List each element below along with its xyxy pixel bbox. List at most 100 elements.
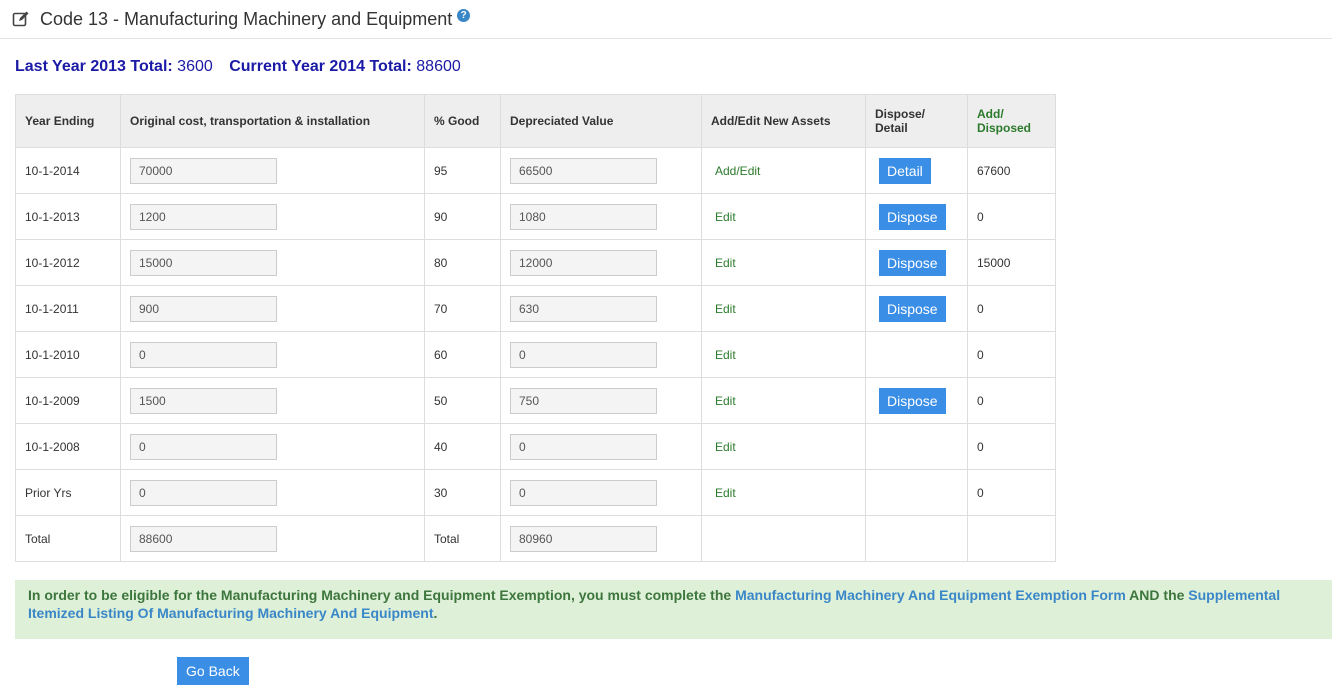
col-add-disposed: Add/ Disposed [967, 94, 1056, 148]
depreciated-value-input[interactable] [510, 433, 657, 460]
percent-good-cell: 50 [424, 377, 501, 424]
add-edit-link[interactable]: Edit [715, 256, 736, 270]
year-cell: Prior Yrs [15, 469, 121, 516]
added-disposed-cell: 0 [967, 469, 1056, 516]
depreciated-cell [500, 239, 702, 286]
assets-table: Year Ending Original cost, transportatio… [15, 94, 1056, 562]
year-cell: 10-1-2013 [15, 193, 121, 240]
edit-cell: Add/Edit [701, 147, 866, 194]
total-label-2: Total [424, 515, 501, 562]
col-depreciated-value: Depreciated Value [500, 94, 702, 148]
add-edit-link[interactable]: Edit [715, 440, 736, 454]
cost-input[interactable] [130, 387, 277, 414]
added-disposed-cell: 0 [967, 423, 1056, 470]
dispose-button[interactable]: Dispose [879, 203, 946, 230]
table-row: 10-1-2012 80 Edit Dispose 15000 [15, 239, 1056, 286]
depreciated-value-input[interactable] [510, 203, 657, 230]
col-year-ending: Year Ending [15, 94, 121, 148]
cost-input[interactable] [130, 249, 277, 276]
table-row: 10-1-2009 50 Edit Dispose 0 [15, 377, 1056, 424]
depreciated-cell [500, 285, 702, 332]
edit-cell-inner: Edit [711, 302, 736, 316]
action-cell: Dispose [865, 239, 968, 286]
percent-good-cell: 70 [424, 285, 501, 332]
edit-cell: Edit [701, 239, 866, 286]
action-cell [865, 423, 968, 470]
edit-square-icon [12, 11, 29, 27]
edit-cell: Edit [701, 285, 866, 332]
add-edit-link[interactable]: Edit [715, 348, 736, 362]
edit-cell: Edit [701, 193, 866, 240]
cost-input[interactable] [130, 341, 277, 368]
dispose-button[interactable]: Dispose [879, 249, 946, 276]
depreciated-value-input[interactable] [510, 295, 657, 322]
depreciated-cell [500, 193, 702, 240]
depreciated-cell [500, 377, 702, 424]
edit-cell: Edit [701, 377, 866, 424]
table-row: Prior Yrs 30 Edit 0 [15, 469, 1056, 516]
col-dispose-detail: Dispose/ Detail [865, 94, 968, 148]
dispose-button[interactable]: Dispose [879, 295, 946, 322]
cost-cell [120, 423, 425, 470]
year-totals: Last Year 2013 Total: 3600 Current Year … [15, 58, 473, 76]
percent-good-cell: 40 [424, 423, 501, 470]
depreciated-value-input[interactable] [510, 249, 657, 276]
col-percent-good: % Good [424, 94, 501, 148]
added-disposed-cell: 15000 [967, 239, 1056, 286]
detail-button[interactable]: Detail [879, 157, 931, 184]
year-cell: 10-1-2012 [15, 239, 121, 286]
added-disposed-cell: 0 [967, 285, 1056, 332]
add-edit-link[interactable]: Edit [715, 210, 736, 224]
depreciated-value-input[interactable] [510, 157, 657, 184]
edit-cell: Edit [701, 331, 866, 378]
depreciated-value-input[interactable] [510, 341, 657, 368]
edit-cell-inner: Edit [711, 256, 736, 270]
total-cost-cell [120, 515, 425, 562]
added-disposed-cell: 0 [967, 331, 1056, 378]
add-edit-link[interactable]: Edit [715, 486, 736, 500]
depreciated-cell [500, 469, 702, 516]
table-row: 10-1-2013 90 Edit Dispose 0 [15, 193, 1056, 240]
table-body: 10-1-2014 95 Add/Edit Detail 67600 10-1-2013 9… [15, 147, 1056, 562]
total-depreciated-input[interactable] [510, 525, 657, 552]
cost-input[interactable] [130, 157, 277, 184]
year-cell: 10-1-2010 [15, 331, 121, 378]
percent-good-cell: 90 [424, 193, 501, 240]
percent-good-cell: 80 [424, 239, 501, 286]
action-cell: Dispose [865, 285, 968, 332]
notice-text-middle: AND the [1125, 587, 1189, 603]
question-circle-icon[interactable]: ? [457, 8, 471, 22]
added-disposed-cell: 0 [967, 377, 1056, 424]
year-cell: 10-1-2008 [15, 423, 121, 470]
empty-cell [701, 515, 866, 562]
table-row: 10-1-2010 60 Edit 0 [15, 331, 1056, 378]
cost-input[interactable] [130, 433, 277, 460]
dispose-button[interactable]: Dispose [879, 387, 946, 414]
table-header-row: Year Ending Original cost, transportatio… [15, 94, 1056, 148]
edit-cell-inner: Edit [711, 486, 736, 500]
cost-input[interactable] [130, 295, 277, 322]
edit-cell: Edit [701, 423, 866, 470]
current-year-total-value: 88600 [416, 58, 461, 75]
edit-cell-inner: Edit [711, 394, 736, 408]
cost-input[interactable] [130, 479, 277, 506]
depreciated-value-input[interactable] [510, 387, 657, 414]
action-cell: Dispose [865, 193, 968, 240]
total-cost-input[interactable] [130, 525, 277, 552]
percent-good-cell: 95 [424, 147, 501, 194]
add-edit-link[interactable]: Add/Edit [715, 164, 760, 178]
depreciated-cell [500, 147, 702, 194]
depreciated-value-input[interactable] [510, 479, 657, 506]
cost-input[interactable] [130, 203, 277, 230]
edit-cell-inner: Add/Edit [711, 164, 760, 178]
go-back-button[interactable]: Go Back [177, 657, 249, 685]
action-cell [865, 331, 968, 378]
col-add-edit: Add/Edit New Assets [701, 94, 866, 148]
cost-cell [120, 285, 425, 332]
added-disposed-cell: 0 [967, 193, 1056, 240]
exemption-form-link[interactable]: Manufacturing Machinery And Equipment Ex… [735, 587, 1126, 603]
add-edit-link[interactable]: Edit [715, 302, 736, 316]
total-label: Total [15, 515, 121, 562]
add-edit-link[interactable]: Edit [715, 394, 736, 408]
current-year-total-label: Current Year 2014 Total: [229, 58, 412, 75]
